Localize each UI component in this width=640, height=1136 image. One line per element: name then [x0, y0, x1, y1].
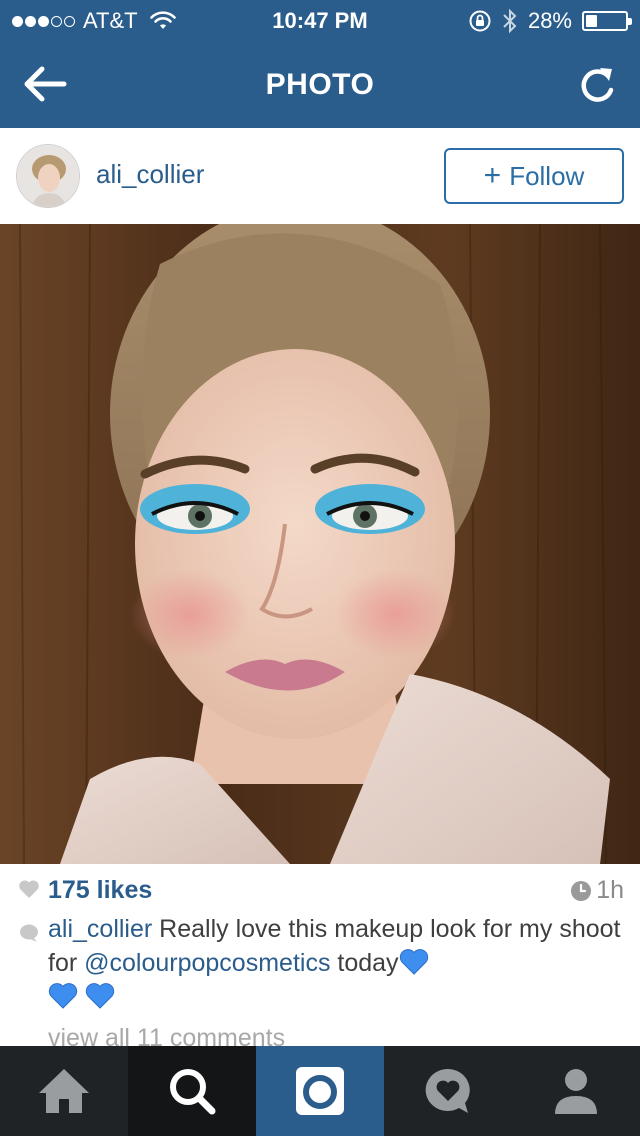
avatar[interactable]	[16, 144, 80, 208]
nav-bar: PHOTO	[0, 40, 640, 128]
battery-icon	[582, 11, 632, 31]
blue-heart-icon	[399, 949, 428, 975]
blue-heart-icon	[48, 983, 78, 1009]
battery-percent: 28%	[527, 8, 572, 33]
post-username[interactable]: ali_collier	[96, 159, 204, 190]
caption-text-2: today	[330, 949, 399, 977]
tab-explore[interactable]	[128, 1046, 256, 1136]
tab-camera[interactable]	[256, 1046, 384, 1136]
refresh-icon[interactable]	[578, 62, 618, 106]
caption-username[interactable]: ali_collier	[48, 915, 152, 943]
tab-activity[interactable]	[384, 1046, 512, 1136]
comment-bubble-icon	[20, 924, 38, 942]
likes-row: 175 likes 1h	[0, 864, 640, 912]
clock-icon	[571, 880, 592, 901]
home-icon	[39, 1069, 89, 1113]
time-ago: 1h	[596, 876, 624, 904]
top-bar: AT&T 10:47 PM 28% PHOTO	[0, 0, 640, 128]
tab-bar	[0, 1046, 640, 1136]
heart-icon	[19, 880, 39, 898]
rotation-lock-icon	[469, 10, 491, 32]
plus-icon: +	[483, 159, 502, 192]
tab-profile[interactable]	[512, 1046, 640, 1136]
status-right: 28%	[468, 8, 632, 34]
post-caption: ali_collier Really love this makeup look…	[48, 912, 624, 1014]
status-bar: AT&T 10:47 PM 28%	[0, 0, 640, 40]
follow-button[interactable]: + Follow	[444, 148, 624, 204]
camera-icon	[296, 1067, 344, 1115]
page-title: PHOTO	[265, 68, 375, 101]
follow-label: Follow	[509, 160, 585, 191]
caption-mention[interactable]: @colourpopcosmetics	[84, 949, 330, 977]
post-header: ali_collier + Follow	[0, 128, 640, 224]
activity-heart-bubble-icon	[425, 1068, 470, 1113]
tab-home[interactable]	[0, 1046, 128, 1136]
blue-heart-icon	[85, 983, 115, 1009]
profile-icon	[555, 1069, 597, 1114]
search-icon	[170, 1069, 216, 1115]
likes-count[interactable]: 175 likes	[48, 876, 152, 905]
post-timestamp: 1h	[570, 876, 624, 905]
post-photo[interactable]	[0, 224, 640, 864]
bluetooth-icon	[503, 8, 517, 34]
